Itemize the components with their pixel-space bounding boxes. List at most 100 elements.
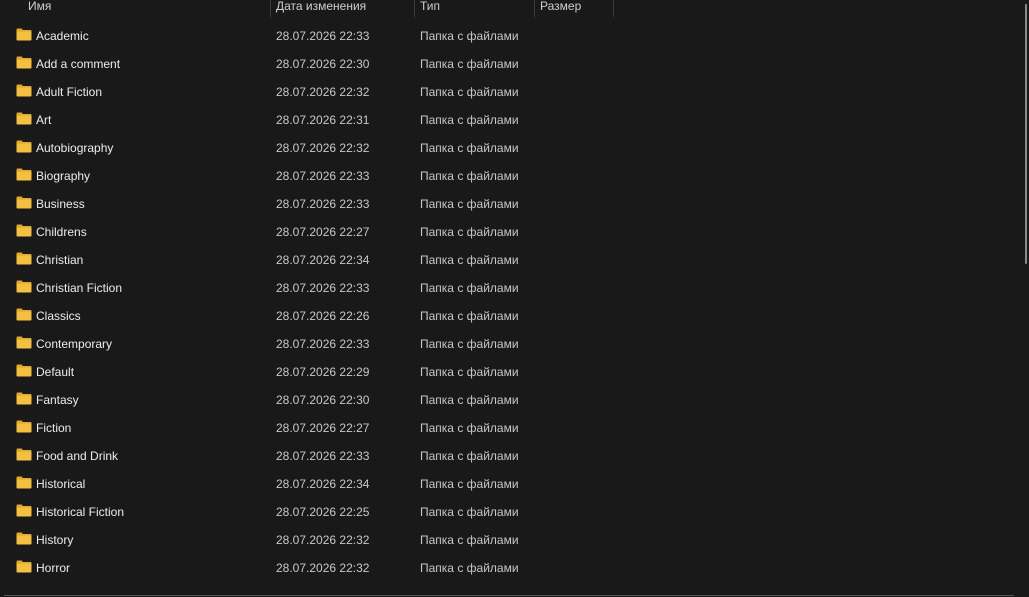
folder-row[interactable]: Food and Drink 28.07.2026 22:33 Папка с фа… (0, 442, 1019, 470)
folder-name: Add a comment (36, 57, 121, 71)
modified-date: 28.07.2026 22:30 (276, 393, 370, 407)
column-header-date[interactable]: Дата изменения (276, 0, 414, 17)
folder-row[interactable]: Business 28.07.2026 22:33 Папка с файлами (0, 190, 1019, 218)
item-type: Папка с файлами (420, 561, 519, 575)
folder-icon (16, 476, 32, 489)
file-list: Academic 28.07.2026 22:33 Папка с файлами A… (0, 22, 1019, 582)
item-type: Папка с файлами (420, 309, 519, 323)
modified-date: 28.07.2026 22:29 (276, 365, 370, 379)
item-type: Папка с файлами (420, 281, 519, 295)
folder-icon (16, 560, 32, 573)
folder-icon (16, 224, 32, 237)
folder-row[interactable]: Historical 28.07.2026 22:34 Папка с файлам… (0, 470, 1019, 498)
column-divider[interactable] (613, 0, 614, 17)
modified-date: 28.07.2026 22:33 (276, 169, 370, 183)
folder-name: Christian Fiction (36, 281, 123, 295)
item-type: Папка с файлами (420, 449, 519, 463)
folder-icon (16, 420, 32, 433)
column-header-size[interactable]: Размер (540, 0, 614, 17)
modified-date: 28.07.2026 22:33 (276, 337, 370, 351)
folder-name: Horror (36, 561, 71, 575)
folder-name: Autobiography (36, 141, 114, 155)
column-header-name[interactable]: Имя (28, 0, 270, 17)
modified-date: 28.07.2026 22:32 (276, 561, 370, 575)
item-type: Папка с файлами (420, 169, 519, 183)
folder-name: History (36, 533, 74, 547)
folder-row[interactable]: Adult Fiction 28.07.2026 22:32 Папка с фай… (0, 78, 1019, 106)
modified-date: 28.07.2026 22:32 (276, 141, 370, 155)
modified-date: 28.07.2026 22:27 (276, 225, 370, 239)
folder-icon (16, 532, 32, 545)
item-type: Папка с файлами (420, 421, 519, 435)
folder-icon (16, 448, 32, 461)
modified-date: 28.07.2026 22:32 (276, 85, 370, 99)
vertical-scrollbar[interactable] (1019, 0, 1029, 597)
folder-icon (16, 140, 32, 153)
folder-name: Food and Drink (36, 449, 119, 463)
folder-icon (16, 280, 32, 293)
column-header-type[interactable]: Тип (420, 0, 534, 17)
vertical-scrollbar-thumb[interactable] (1025, 4, 1027, 264)
folder-icon (16, 168, 32, 181)
folder-name: Contemporary (36, 337, 113, 351)
item-type: Папка с файлами (420, 533, 519, 547)
item-type: Папка с файлами (420, 141, 519, 155)
folder-row[interactable]: Art 28.07.2026 22:31 Папка с файлами (0, 106, 1019, 134)
horizontal-scrollbar[interactable] (0, 593, 1029, 597)
folder-name: Classics (36, 309, 81, 323)
folder-row[interactable]: Add a comment 28.07.2026 22:30 Папка с фай… (0, 50, 1019, 78)
folder-row[interactable]: Christian Fiction 28.07.2026 22:33 Папка с… (0, 274, 1019, 302)
folder-name: Biography (36, 169, 91, 183)
item-type: Папка с файлами (420, 253, 519, 267)
folder-row[interactable]: Childrens 28.07.2026 22:27 Папка с файлами (0, 218, 1019, 246)
folder-row[interactable]: Autobiography 28.07.2026 22:32 Папка с фай… (0, 134, 1019, 162)
folder-name: Childrens (36, 225, 87, 239)
column-divider[interactable] (270, 0, 271, 17)
folder-name: Historical (36, 477, 86, 491)
modified-date: 28.07.2026 22:25 (276, 505, 370, 519)
folder-row[interactable]: Fiction 28.07.2026 22:27 Папка с файлами (0, 414, 1019, 442)
modified-date: 28.07.2026 22:34 (276, 477, 370, 491)
folder-row[interactable]: Christian 28.07.2026 22:34 Папка с файлами (0, 246, 1019, 274)
folder-row[interactable]: Fantasy 28.07.2026 22:30 Папка с файлами (0, 386, 1019, 414)
folder-row[interactable]: Academic 28.07.2026 22:33 Папка с файлами (0, 22, 1019, 50)
folder-row[interactable]: Default 28.07.2026 22:29 Папка с файлами (0, 358, 1019, 386)
folder-icon (16, 336, 32, 349)
modified-date: 28.07.2026 22:33 (276, 197, 370, 211)
item-type: Папка с файлами (420, 505, 519, 519)
item-type: Папка с файлами (420, 85, 519, 99)
folder-icon (16, 56, 32, 69)
folder-row[interactable]: History 28.07.2026 22:32 Папка с файлами (0, 526, 1019, 554)
folder-icon (16, 84, 32, 97)
folder-name: Historical Fiction (36, 505, 125, 519)
item-type: Папка с файлами (420, 477, 519, 491)
modified-date: 28.07.2026 22:27 (276, 421, 370, 435)
item-type: Папка с файлами (420, 113, 519, 127)
folder-name: Fiction (36, 421, 72, 435)
horizontal-scrollbar-thumb[interactable] (4, 595, 1014, 596)
item-type: Папка с файлами (420, 337, 519, 351)
folder-name: Christian (36, 253, 84, 267)
column-divider[interactable] (534, 0, 535, 17)
folder-row[interactable]: Contemporary 28.07.2026 22:33 Папка с файл… (0, 330, 1019, 358)
folder-row[interactable]: Biography 28.07.2026 22:33 Папка с файлами (0, 162, 1019, 190)
folder-row[interactable]: Horror 28.07.2026 22:32 Папка с файлами (0, 554, 1019, 582)
column-divider[interactable] (414, 0, 415, 17)
folder-icon (16, 196, 32, 209)
folder-row[interactable]: Classics 28.07.2026 22:26 Папка с файлами (0, 302, 1019, 330)
modified-date: 28.07.2026 22:26 (276, 309, 370, 323)
item-type: Папка с файлами (420, 29, 519, 43)
modified-date: 28.07.2026 22:31 (276, 113, 370, 127)
folder-name: Adult Fiction (36, 85, 103, 99)
column-header-bar: Имя Дата изменения Тип Размер (0, 0, 1029, 17)
item-type: Папка с файлами (420, 57, 519, 71)
folder-icon (16, 112, 32, 125)
modified-date: 28.07.2026 22:34 (276, 253, 370, 267)
item-type: Папка с файлами (420, 393, 519, 407)
modified-date: 28.07.2026 22:32 (276, 533, 370, 547)
modified-date: 28.07.2026 22:33 (276, 281, 370, 295)
folder-icon (16, 392, 32, 405)
folder-icon (16, 252, 32, 265)
folder-name: Academic (36, 29, 89, 43)
folder-row[interactable]: Historical Fiction 28.07.2026 22:25 Папка … (0, 498, 1019, 526)
